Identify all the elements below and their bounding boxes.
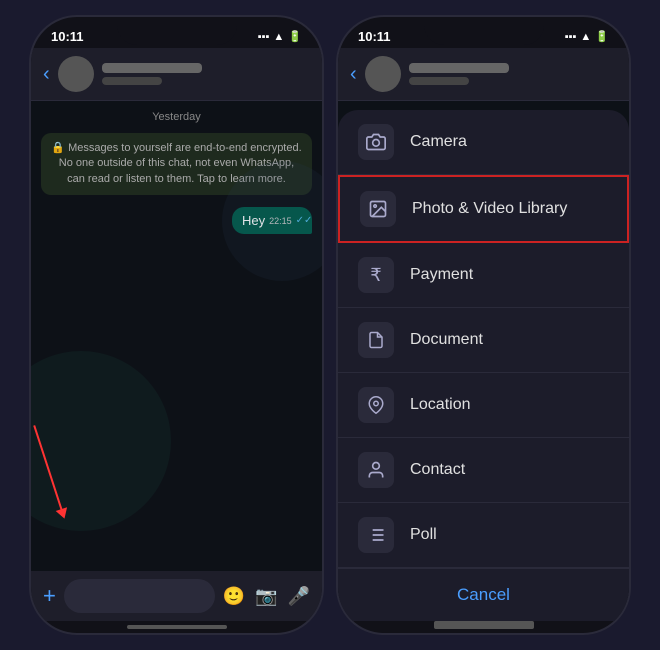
status-icons: ▪▪▪ ▲ 🔋 (258, 30, 302, 43)
payment-menu-icon: ₹ (358, 257, 394, 293)
signal-icon-right: ▪▪▪ (565, 31, 577, 43)
poll-label: Poll (410, 526, 437, 544)
chat-body: Yesterday 🔒 Messages to yourself are end… (31, 101, 322, 571)
contact-sub-bar-right (409, 77, 469, 85)
menu-item-poll[interactable]: Poll (338, 503, 629, 568)
contact-sub-bar (102, 77, 162, 85)
contact-menu-icon (358, 452, 394, 488)
document-menu-icon (358, 322, 394, 358)
menu-item-location[interactable]: Location (338, 373, 629, 438)
wifi-icon: ▲ (273, 31, 284, 43)
chat-body-right: Yesterday 🔒 Messages to yourself are end… (338, 101, 629, 621)
chat-header-right: ‹ (338, 48, 629, 101)
contact-info-right (409, 63, 617, 85)
notch (117, 17, 237, 45)
photo-video-menu-icon (360, 191, 396, 227)
menu-item-contact[interactable]: Contact (338, 438, 629, 503)
photo-video-label: Photo & Video Library (412, 200, 567, 218)
attachment-menu: Camera Photo & Video Library ₹ Payment (338, 110, 629, 621)
back-button-right[interactable]: ‹ (350, 63, 357, 86)
camera-menu-icon (358, 124, 394, 160)
home-bar (127, 625, 227, 629)
battery-icon: 🔋 (288, 30, 302, 43)
contact-info (102, 63, 310, 85)
time-right: 10:11 (358, 29, 391, 44)
location-label: Location (410, 396, 471, 414)
sticker-icon[interactable]: 🙂 (223, 586, 245, 607)
bg-circle-1 (31, 351, 171, 531)
contact-label: Contact (410, 461, 465, 479)
right-phone: 10:11 ▪▪▪ ▲ 🔋 ‹ Yesterday 🔒 Messages to … (336, 15, 631, 635)
back-button[interactable]: ‹ (43, 63, 50, 86)
signal-icon: ▪▪▪ (258, 31, 270, 43)
cancel-button[interactable]: Cancel (338, 568, 629, 621)
menu-item-document[interactable]: Document (338, 308, 629, 373)
document-label: Document (410, 331, 483, 349)
input-icons: 🙂 📷 🎤 (223, 586, 310, 607)
date-label: Yesterday (41, 111, 312, 123)
home-bar-right (434, 621, 534, 629)
notch-right (424, 17, 544, 45)
menu-item-payment[interactable]: ₹ Payment (338, 243, 629, 308)
mic-icon[interactable]: 🎤 (288, 586, 310, 607)
avatar (58, 56, 94, 92)
time: 10:11 (51, 29, 84, 44)
camera-input-icon[interactable]: 📷 (255, 586, 277, 607)
avatar-right (365, 56, 401, 92)
plus-button[interactable]: + (43, 583, 56, 609)
camera-label: Camera (410, 133, 467, 151)
wifi-icon-right: ▲ (580, 31, 591, 43)
message-input[interactable] (64, 579, 215, 613)
status-icons-right: ▪▪▪ ▲ 🔋 (565, 30, 609, 43)
poll-menu-icon (358, 517, 394, 553)
contact-name-bar (102, 63, 202, 73)
input-bar: + 🙂 📷 🎤 (31, 571, 322, 621)
location-menu-icon (358, 387, 394, 423)
menu-item-camera[interactable]: Camera (338, 110, 629, 175)
chat-header: ‹ (31, 48, 322, 101)
contact-name-bar-right (409, 63, 509, 73)
left-phone: 10:11 ▪▪▪ ▲ 🔋 ‹ Yesterday 🔒 Messages to … (29, 15, 324, 635)
menu-item-photo-video[interactable]: Photo & Video Library (338, 175, 629, 243)
battery-icon-right: 🔋 (595, 30, 609, 43)
payment-label: Payment (410, 266, 473, 284)
